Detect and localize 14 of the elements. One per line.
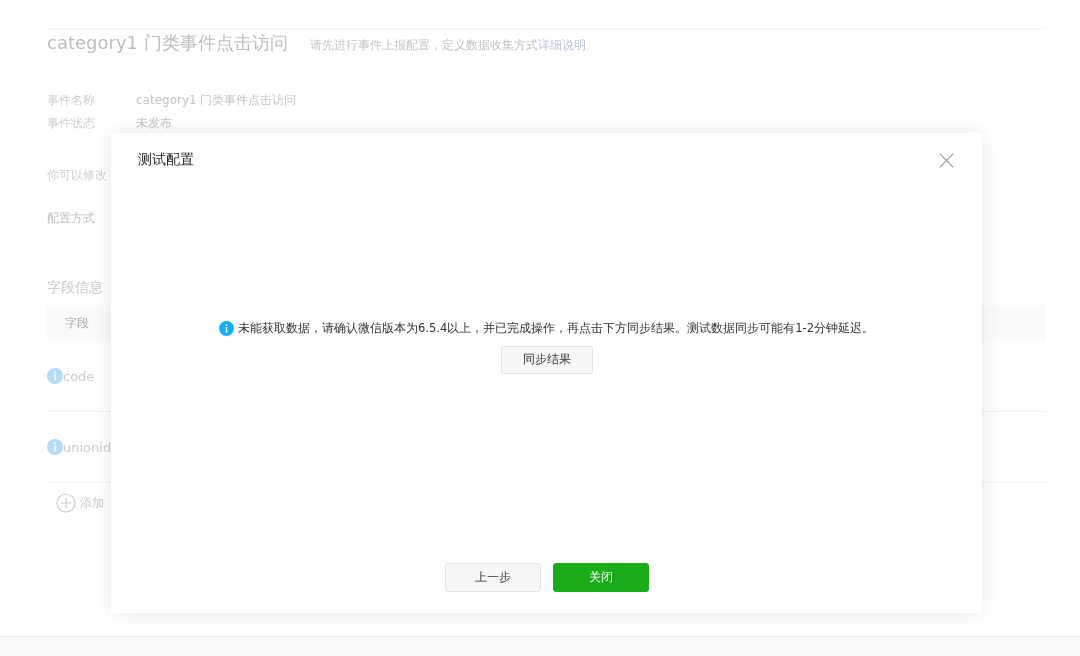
close-icon[interactable] bbox=[938, 151, 955, 169]
info-icon bbox=[47, 439, 63, 455]
info-icon bbox=[218, 320, 234, 336]
info-value: 未发布 bbox=[136, 115, 172, 132]
sync-button[interactable]: 同步结果 bbox=[500, 345, 593, 374]
info-icon bbox=[47, 368, 63, 384]
add-icon[interactable] bbox=[56, 493, 76, 513]
column-header: 字段 bbox=[65, 314, 89, 332]
detail-link[interactable]: 详细说明 bbox=[537, 37, 586, 54]
status-message: 未能获取数据，请确认微信版本为6.5.4以上，并已完成操作，再点击下方同步结果。测试数据同步可能有1-2分钟延迟。 bbox=[237, 320, 874, 336]
page-title: category1 门类事件点击访问 bbox=[47, 31, 288, 55]
dialog-title: 测试配置 bbox=[138, 151, 194, 169]
back-button[interactable]: 上一步 bbox=[444, 563, 541, 592]
close-button[interactable]: 关闭 bbox=[552, 563, 649, 592]
